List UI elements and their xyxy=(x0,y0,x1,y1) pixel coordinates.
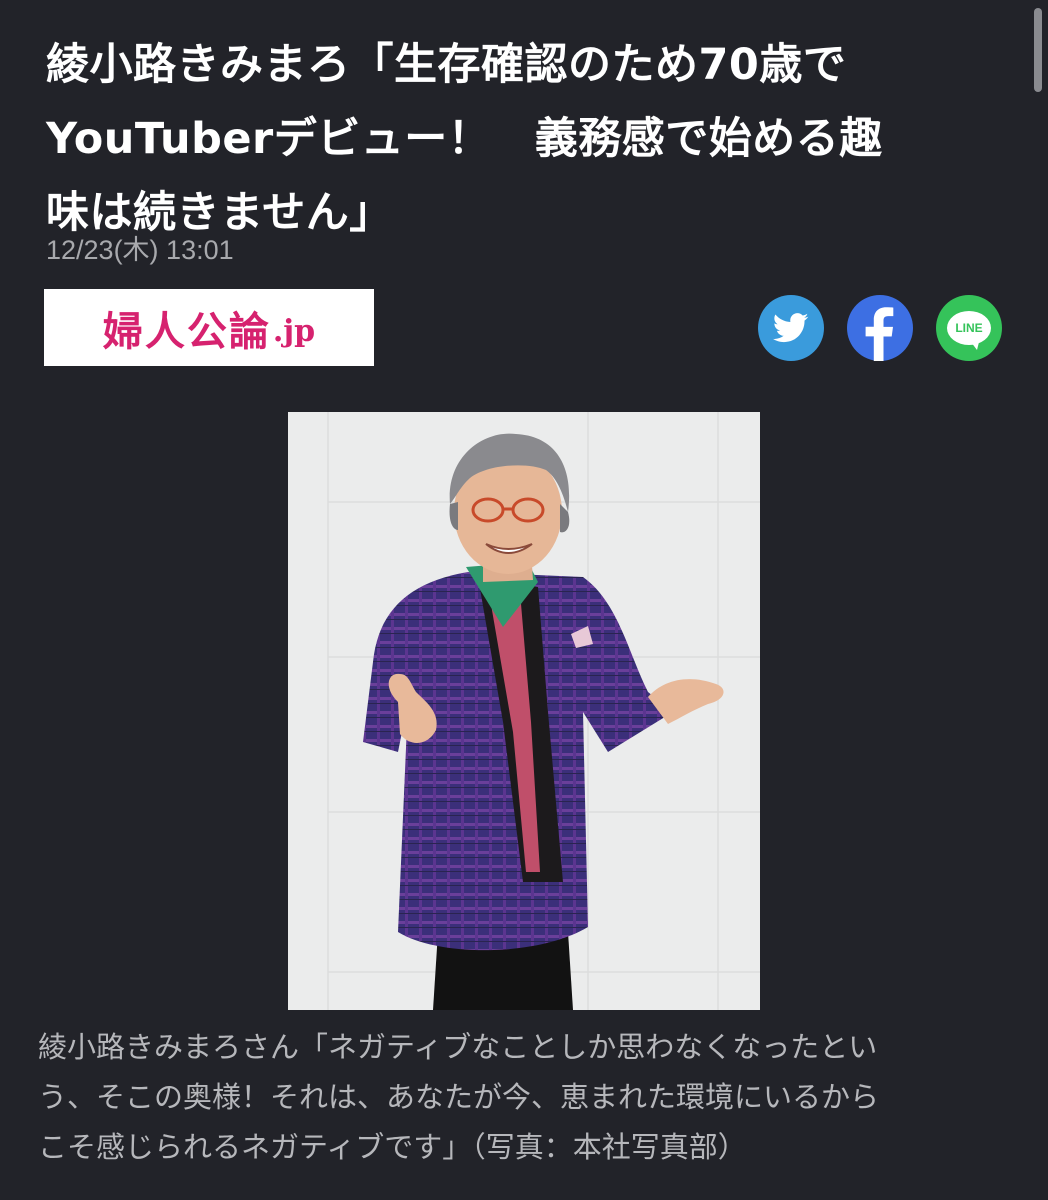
line-label: LINE xyxy=(955,321,983,335)
publisher-logo-main: 婦人公論 xyxy=(102,308,271,355)
caption-line: 綾小路きみまろさん「ネガティブなことしか思わなくなったとい xyxy=(38,1030,878,1064)
scrollbar[interactable] xyxy=(1034,8,1042,92)
article-title: 綾小路きみまろ「生存確認のため70歳で YouTuberデビュー！ 義務感で始め… xyxy=(46,28,996,250)
article-photo xyxy=(288,412,760,1010)
publisher-logo[interactable]: 婦人公論 .jp xyxy=(44,289,374,366)
publish-date: 12/23(木) 13:01 xyxy=(46,235,234,265)
man-in-purple-plaid-jacket-photo xyxy=(288,412,760,1010)
line-bubble-icon: LINE xyxy=(947,311,991,350)
twitter-bird-icon xyxy=(773,313,809,343)
facebook-f-icon xyxy=(865,307,894,361)
twitter-share-button[interactable] xyxy=(758,295,824,361)
title-line: YouTuberデビュー！ 義務感で始める趣 xyxy=(46,114,883,164)
line-share-button[interactable]: LINE xyxy=(936,295,1002,361)
caption-line: う、そこの奥様！それは、あなたが今、恵まれた環境にいるから xyxy=(38,1080,880,1114)
photo-caption: 綾小路きみまろさん「ネガティブなことしか思わなくなったとい う、そこの奥様！それ… xyxy=(38,1022,1023,1172)
article-page: 綾小路きみまろ「生存確認のため70歳で YouTuberデビュー！ 義務感で始め… xyxy=(0,0,1048,1200)
caption-line: こそ感じられるネガティブです」（写真：本社写真部） xyxy=(38,1130,747,1164)
facebook-share-button[interactable] xyxy=(847,295,913,361)
title-line: 綾小路きみまろ「生存確認のため70歳で xyxy=(46,40,847,90)
publisher-logo-suffix: .jp xyxy=(272,314,316,349)
